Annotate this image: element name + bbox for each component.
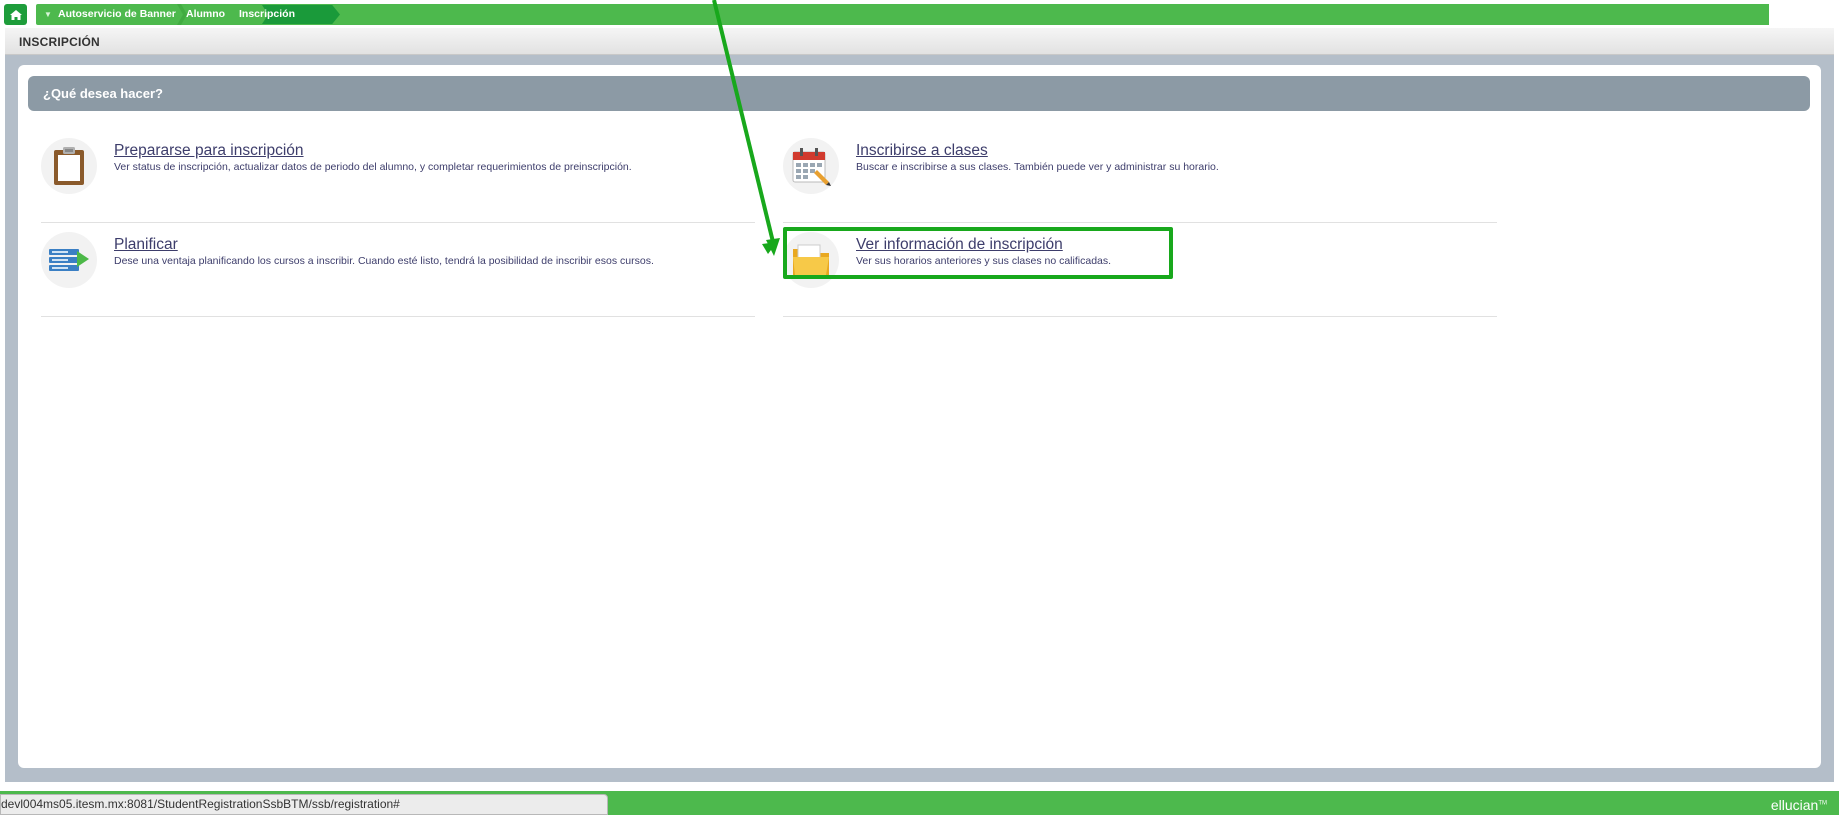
content-panel: ¿Qué desea hacer? Prepararse para inscri…: [18, 65, 1821, 768]
main-area: INSCRIPCIÓN ¿Qué desea hacer? Prepararse…: [5, 28, 1834, 782]
status-url: devl004ms05.itesm.mx:8081/StudentRegistr…: [0, 794, 608, 815]
brand-logo: ellucianTM: [1771, 797, 1827, 813]
breadcrumb-item-alumno[interactable]: Alumno: [186, 4, 225, 25]
home-icon: [9, 9, 22, 20]
option-register-classes: Inscribirse a clases Buscar e inscribirs…: [783, 128, 1497, 223]
prepare-registration-link[interactable]: Prepararse para inscripción: [114, 142, 304, 160]
plan-list-icon: [41, 232, 97, 288]
question-header: ¿Qué desea hacer?: [28, 76, 1810, 111]
highlight-box: [783, 227, 1173, 279]
page-title: INSCRIPCIÓN: [19, 35, 100, 49]
clipboard-icon: [41, 138, 97, 194]
plan-description: Dese una ventaja planificando los cursos…: [114, 255, 654, 267]
option-prepare-registration: Prepararse para inscripción Ver status d…: [41, 128, 755, 223]
breadcrumb-item-inscripcion: Inscripción: [239, 8, 296, 20]
top-navigation-bar: ▼ Autoservicio de Banner Alumno Inscripc…: [0, 0, 1839, 28]
brand-name: ellucian: [1770, 797, 1819, 813]
register-classes-link[interactable]: Inscribirse a clases: [856, 142, 988, 160]
brand-mark: TM: [1818, 800, 1827, 807]
chevron-down-icon[interactable]: ▼: [44, 4, 52, 25]
register-classes-description: Buscar e inscribirse a sus clases. Tambi…: [856, 161, 1219, 173]
question-title: ¿Qué desea hacer?: [43, 86, 163, 101]
calendar-icon: [783, 138, 839, 194]
breadcrumb: ▼ Autoservicio de Banner Alumno Inscripc…: [36, 4, 1769, 25]
breadcrumb-item-autoservicio[interactable]: Autoservicio de Banner: [58, 4, 176, 25]
prepare-registration-description: Ver status de inscripción, actualizar da…: [114, 161, 632, 173]
home-button[interactable]: [4, 4, 27, 25]
option-plan: Planificar Dese una ventaja planificando…: [41, 222, 755, 317]
page-header: INSCRIPCIÓN: [5, 28, 1834, 55]
plan-link[interactable]: Planificar: [114, 236, 178, 254]
